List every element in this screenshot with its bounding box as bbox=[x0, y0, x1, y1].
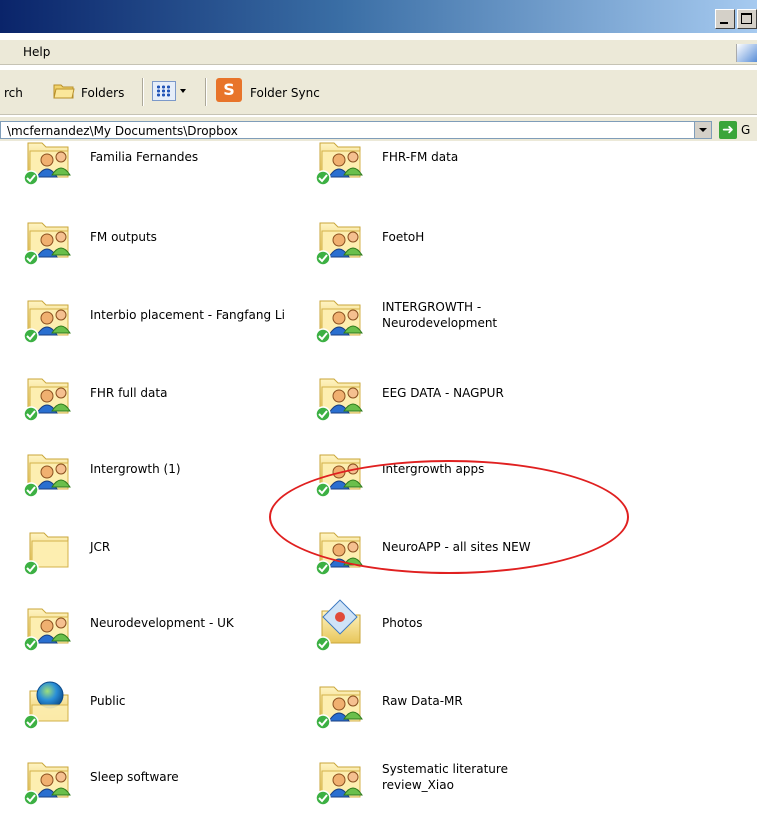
shared-folder-icon[interactable] bbox=[312, 141, 372, 189]
folder-name[interactable]: EEG DATA - NAGPUR bbox=[382, 385, 592, 401]
folder-name[interactable]: FM outputs bbox=[90, 229, 300, 245]
title-bar bbox=[0, 0, 757, 33]
go-label[interactable]: G bbox=[741, 123, 750, 137]
folder-name[interactable]: Raw Data-MR bbox=[382, 693, 592, 709]
folder-name[interactable]: Interbio placement - Fangfang Li bbox=[90, 307, 300, 323]
folder-item[interactable]: Systematic literature review_Xiao bbox=[312, 753, 592, 813]
folder-item[interactable]: FoetoH bbox=[312, 213, 592, 273]
folder-item[interactable]: Interbio placement - Fangfang Li bbox=[20, 291, 300, 351]
folder-name[interactable]: JCR bbox=[90, 539, 300, 555]
public-folder-icon[interactable] bbox=[20, 677, 80, 733]
photos-folder-icon[interactable] bbox=[312, 599, 372, 655]
views-icon[interactable] bbox=[152, 81, 176, 101]
shared-folder-icon[interactable] bbox=[312, 677, 372, 733]
folder-item[interactable]: Photos bbox=[312, 599, 592, 659]
shared-folder-icon[interactable] bbox=[20, 445, 80, 501]
folder-item[interactable]: FHR-FM data bbox=[312, 141, 592, 193]
folder-name[interactable]: Neurodevelopment - UK bbox=[90, 615, 300, 631]
address-input[interactable]: \mcfernandez\My Documents\Dropbox bbox=[0, 121, 712, 139]
shared-folder-icon[interactable] bbox=[20, 599, 80, 655]
folder-sync-button[interactable]: Folder Sync bbox=[250, 86, 320, 100]
folder-item[interactable]: Public bbox=[20, 677, 300, 737]
highlight-circle bbox=[269, 460, 629, 574]
shared-folder-icon[interactable] bbox=[20, 291, 80, 347]
views-dropdown-arrow-icon[interactable] bbox=[180, 89, 186, 93]
maximize-button[interactable] bbox=[737, 9, 757, 29]
folder-item[interactable]: EEG DATA - NAGPUR bbox=[312, 369, 592, 429]
shared-folder-icon[interactable] bbox=[20, 369, 80, 425]
windows-logo-icon bbox=[736, 44, 757, 62]
shared-folder-icon[interactable] bbox=[20, 141, 80, 189]
menu-help[interactable]: Help bbox=[23, 45, 50, 59]
folders-button[interactable]: Folders bbox=[81, 86, 124, 100]
folder-name[interactable]: FHR-FM data bbox=[382, 149, 592, 165]
folder-item[interactable]: INTERGROWTH - Neurodevelopment bbox=[312, 291, 592, 351]
folder-name[interactable]: Familia Fernandes bbox=[90, 149, 300, 165]
folder-name[interactable]: Sleep software bbox=[90, 769, 300, 785]
folder-view: Familia Fernandes FHR-FM data FM outputs… bbox=[0, 141, 757, 819]
folders-icon[interactable] bbox=[53, 80, 75, 100]
folder-item[interactable]: FM outputs bbox=[20, 213, 300, 273]
folder-icon[interactable] bbox=[20, 523, 80, 579]
address-path: \mcfernandez\My Documents\Dropbox bbox=[7, 124, 238, 138]
folder-name[interactable]: FoetoH bbox=[382, 229, 592, 245]
search-button[interactable]: rch bbox=[4, 86, 23, 100]
minimize-button[interactable] bbox=[715, 9, 735, 29]
folder-sync-icon[interactable]: S bbox=[216, 78, 242, 102]
toolbar: rch Folders S Folder Sync bbox=[0, 70, 757, 115]
shared-folder-icon[interactable] bbox=[312, 291, 372, 347]
folder-item[interactable]: Neurodevelopment - UK bbox=[20, 599, 300, 659]
folder-name[interactable]: Intergrowth (1) bbox=[90, 461, 300, 477]
menu-bar: Help bbox=[0, 40, 757, 65]
folder-name[interactable]: INTERGROWTH - Neurodevelopment bbox=[382, 299, 592, 331]
folder-item[interactable]: JCR bbox=[20, 523, 300, 583]
address-dropdown-icon[interactable] bbox=[694, 122, 711, 138]
go-arrow-icon[interactable]: ➜ bbox=[719, 121, 737, 139]
toolbar-separator bbox=[205, 78, 206, 106]
folder-name[interactable]: Systematic literature review_Xiao bbox=[382, 761, 592, 793]
shared-folder-icon[interactable] bbox=[20, 213, 80, 269]
folder-name[interactable]: Photos bbox=[382, 615, 592, 631]
shared-folder-icon[interactable] bbox=[312, 213, 372, 269]
folder-item[interactable]: Familia Fernandes bbox=[20, 141, 300, 193]
shared-folder-icon[interactable] bbox=[20, 753, 80, 809]
folder-item[interactable]: Raw Data-MR bbox=[312, 677, 592, 737]
shared-folder-icon[interactable] bbox=[312, 753, 372, 809]
folder-item[interactable]: Sleep software bbox=[20, 753, 300, 813]
folder-name[interactable]: FHR full data bbox=[90, 385, 300, 401]
folder-name[interactable]: Public bbox=[90, 693, 300, 709]
folder-item[interactable]: Intergrowth (1) bbox=[20, 445, 300, 505]
address-bar: \mcfernandez\My Documents\Dropbox ➜ G bbox=[0, 117, 757, 141]
toolbar-separator bbox=[142, 78, 143, 106]
shared-folder-icon[interactable] bbox=[312, 369, 372, 425]
folder-item[interactable]: FHR full data bbox=[20, 369, 300, 429]
